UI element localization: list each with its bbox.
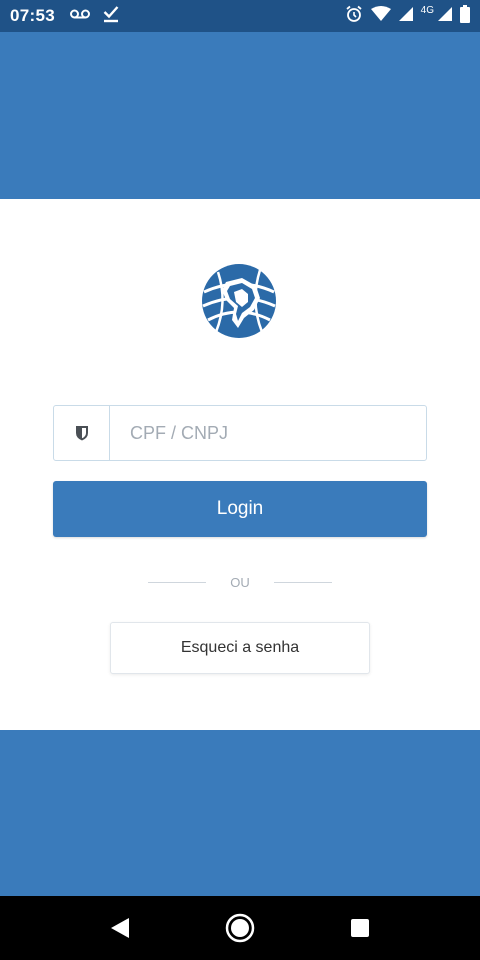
login-card: Login OU Esqueci a senha xyxy=(0,199,480,730)
status-bar: 07:53 4G xyxy=(0,0,480,32)
forgot-password-button[interactable]: Esqueci a senha xyxy=(110,622,370,674)
status-notification-icons xyxy=(69,5,119,28)
divider-text: OU xyxy=(230,574,250,590)
cpf-input-group xyxy=(53,405,427,461)
login-button[interactable]: Login xyxy=(53,481,427,537)
divider-line xyxy=(148,581,207,583)
brand-logo-icon xyxy=(198,262,280,340)
or-divider: OU xyxy=(148,573,332,591)
download-done-icon xyxy=(103,5,119,28)
wifi-icon xyxy=(370,5,391,27)
signal-icon xyxy=(398,6,413,26)
alarm-icon xyxy=(345,5,363,28)
background-bottom xyxy=(0,730,480,896)
divider-line xyxy=(273,581,332,583)
navigation-bar xyxy=(0,896,480,960)
recents-icon[interactable] xyxy=(330,898,390,958)
background-top xyxy=(0,32,480,199)
signal-icon xyxy=(438,6,452,26)
shield-icon xyxy=(54,406,110,460)
network-type-label: 4G xyxy=(420,4,434,16)
home-icon[interactable] xyxy=(210,898,270,958)
battery-icon xyxy=(460,4,470,28)
status-time: 07:53 xyxy=(10,6,55,25)
back-icon[interactable] xyxy=(90,898,150,958)
status-system-icons: 4G xyxy=(345,4,470,28)
cpf-cnpj-input[interactable] xyxy=(110,406,426,460)
voicemail-icon xyxy=(69,7,91,25)
